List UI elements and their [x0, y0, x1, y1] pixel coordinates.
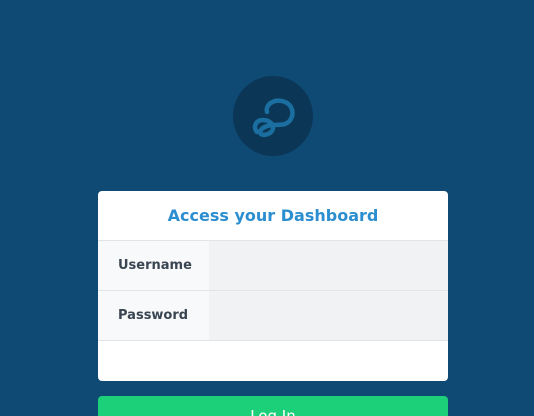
app-logo	[233, 76, 313, 156]
username-row: Username	[98, 241, 448, 291]
username-input[interactable]	[209, 241, 448, 290]
password-input[interactable]	[209, 291, 448, 340]
username-label: Username	[98, 241, 209, 290]
login-card: Access your Dashboard Username Password	[98, 191, 448, 381]
login-title: Access your Dashboard	[98, 191, 448, 241]
login-button[interactable]: Log In	[98, 396, 448, 416]
password-row: Password	[98, 291, 448, 341]
password-label: Password	[98, 291, 209, 340]
infinity-loop-icon	[252, 98, 295, 138]
